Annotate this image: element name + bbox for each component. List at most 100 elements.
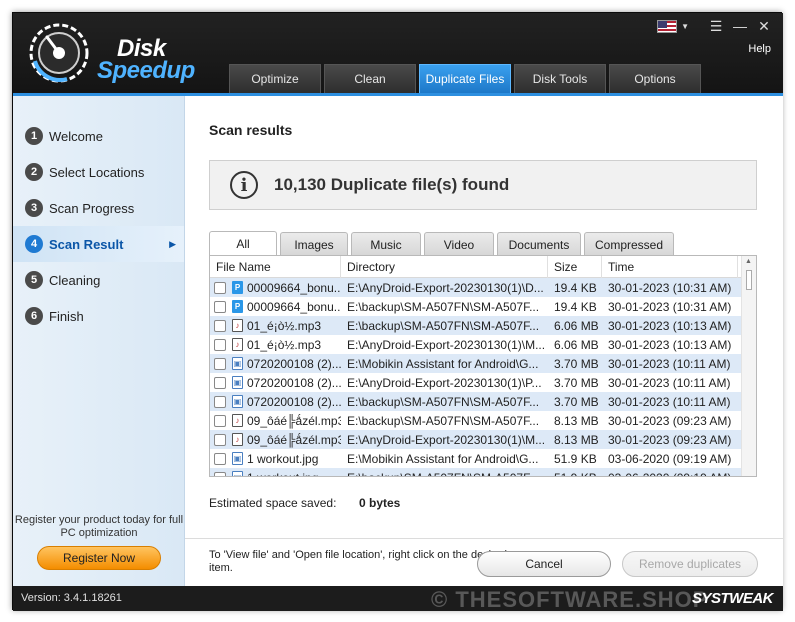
vertical-scrollbar[interactable]: ▲: [741, 256, 756, 476]
step-list: 1 Welcome 2 Select Locations 3 Scan Prog…: [13, 96, 184, 334]
row-checkbox[interactable]: [214, 300, 226, 313]
cell-size: 6.06 MB: [554, 337, 599, 352]
help-link[interactable]: Help: [748, 43, 771, 55]
table-row[interactable]: ▣ 0720200108 (2).... E:\Mobikin Assistant …: [210, 354, 756, 373]
row-checkbox[interactable]: [214, 319, 226, 332]
tab-optimize[interactable]: Optimize: [229, 64, 321, 93]
step-label: Finish: [49, 308, 84, 324]
remove-duplicates-button[interactable]: Remove duplicates: [622, 551, 758, 577]
row-checkbox[interactable]: [214, 414, 226, 427]
table-row[interactable]: ▣ 1 workout.jpg E:\Mobikin Assistant for A…: [210, 449, 756, 468]
step-label: Cleaning: [49, 272, 101, 288]
cell-size: 51.9 KB: [548, 468, 602, 477]
table-row[interactable]: P 00009664_bonu... E:\backup\SM-A507FN\SM-…: [210, 297, 756, 316]
cell-size: 6.06 MB: [554, 318, 599, 333]
cell-time: 30-01-2023 (10:11 AM): [608, 356, 731, 371]
language-dropdown-icon[interactable]: ▼: [681, 22, 689, 31]
step-label: Scan Result: [49, 236, 124, 252]
header: Disk Speedup Optimize Clean Duplicate Fi…: [13, 13, 783, 93]
sidebar-step-welcome[interactable]: 1 Welcome: [13, 118, 184, 154]
filter-tab-video[interactable]: Video: [424, 232, 494, 256]
tab-disk-tools[interactable]: Disk Tools: [514, 64, 606, 93]
minimize-icon[interactable]: —: [731, 17, 749, 35]
tab-options[interactable]: Options: [609, 64, 701, 93]
row-checkbox[interactable]: [214, 452, 226, 465]
column-header-time[interactable]: Time: [602, 256, 738, 278]
cell-directory: E:\AnyDroid-Export-20230130(1)\P...: [347, 375, 542, 390]
cell-time: 30-01-2023 (10:31 AM): [608, 280, 732, 295]
cell-file-name: ▣ 0720200108 (2)....: [210, 354, 341, 373]
filter-tab-images[interactable]: Images: [280, 232, 348, 256]
table-row[interactable]: ▣ 0720200108 (2).... E:\backup\SM-A507FN\S…: [210, 392, 756, 411]
cell-size: 3.70 MB: [554, 394, 599, 409]
table-row[interactable]: ▣ 1 workout.jpg E:\backup\SM-A507FN\SM-A50…: [210, 468, 756, 477]
table-header: File Name Directory Size Time: [210, 256, 756, 278]
tab-clean[interactable]: Clean: [324, 64, 416, 93]
systweak-logo: SYSTWEAK: [691, 590, 774, 607]
sidebar-step-finish[interactable]: 6 Finish: [13, 298, 184, 334]
main-body: 1 Welcome 2 Select Locations 3 Scan Prog…: [13, 93, 783, 586]
sidebar-step-scan-result[interactable]: 4 Scan Result ▶: [13, 226, 184, 262]
table-row[interactable]: ♪ 01_é¡ò½.mp3 E:\backup\SM-A507FN\SM-A507F…: [210, 316, 756, 335]
pdf-file-icon: P: [232, 300, 243, 313]
image-file-icon: ▣: [232, 452, 243, 465]
version-text: Version: 3.4.1.18261: [21, 592, 122, 604]
cell-directory: E:\backup\SM-A507FN\SM-A507F...: [347, 318, 540, 333]
cell-size: 8.13 MB: [554, 432, 599, 447]
filter-tabs: All Images Music Video Documents Compres…: [209, 231, 677, 256]
step-number-badge: 5: [25, 271, 43, 289]
row-checkbox[interactable]: [214, 281, 226, 294]
table-row[interactable]: P 00009664_bonu... E:\AnyDroid-Export-2023…: [210, 278, 756, 297]
filter-tab-music[interactable]: Music: [351, 232, 421, 256]
sidebar-step-select-locations[interactable]: 2 Select Locations: [13, 154, 184, 190]
column-header-directory[interactable]: Directory: [341, 256, 548, 278]
footer-bar: To 'View file' and 'Open file location',…: [185, 538, 783, 586]
row-checkbox[interactable]: [214, 395, 226, 408]
table-row[interactable]: ♪ 09_ôáé╠ǻzél.mp3 E:\backup\SM-A507FN\SM-A…: [210, 411, 756, 430]
table-row[interactable]: ♪ 01_é¡ò½.mp3 E:\AnyDroid-Export-20230130(…: [210, 335, 756, 354]
row-checkbox[interactable]: [214, 433, 226, 446]
column-header-file-name[interactable]: File Name: [210, 256, 341, 278]
row-checkbox[interactable]: [214, 357, 226, 370]
table-row[interactable]: ♪ 09_ôáé╠ǻzél.mp3 E:\AnyDroid-Export-20230…: [210, 430, 756, 449]
close-icon[interactable]: ✕: [755, 17, 773, 35]
cell-time: 30-01-2023 (10:13 AM): [608, 318, 732, 333]
row-checkbox[interactable]: [214, 471, 226, 476]
tab-duplicate-files[interactable]: Duplicate Files: [419, 64, 511, 93]
filter-tab-all[interactable]: All: [209, 231, 277, 256]
row-checkbox[interactable]: [214, 376, 226, 389]
row-checkbox[interactable]: [214, 338, 226, 351]
sidebar-step-cleaning[interactable]: 5 Cleaning: [13, 262, 184, 298]
file-name-text: 00009664_bonu...: [247, 280, 341, 295]
register-text: Register your product today for full PC …: [14, 514, 184, 539]
cell-directory: E:\AnyDroid-Export-20230130(1)\M...: [347, 432, 546, 447]
cell-time: 30-01-2023 (09:23 AM): [608, 432, 732, 447]
status-bar: Version: 3.4.1.18261 © THESOFTWARE.SHOP …: [13, 586, 783, 612]
scrollbar-thumb[interactable]: [746, 270, 752, 290]
cell-file-name: P 00009664_bonu...: [210, 297, 341, 316]
image-file-icon: ▣: [232, 471, 243, 476]
filter-tab-documents[interactable]: Documents: [497, 232, 581, 256]
cell-file-name: ▣ 0720200108 (2)....: [210, 373, 341, 392]
cell-time: 30-01-2023 (10:13 AM): [608, 337, 732, 352]
table-row[interactable]: ▣ 0720200108 (2).... E:\AnyDroid-Export-20…: [210, 373, 756, 392]
audio-file-icon: ♪: [232, 414, 243, 427]
column-header-size[interactable]: Size: [548, 256, 602, 278]
cell-file-name: ▣ 1 workout.jpg: [210, 449, 341, 468]
duplicate-count-text: 10,130 Duplicate file(s) found: [274, 175, 510, 194]
cell-size: 3.70 MB: [554, 375, 599, 390]
cancel-button[interactable]: Cancel: [477, 551, 611, 577]
step-label: Scan Progress: [49, 200, 135, 216]
cell-directory: E:\backup\SM-A507FN\SM-A507F...: [347, 413, 540, 428]
sidebar-step-scan-progress[interactable]: 3 Scan Progress: [13, 190, 184, 226]
scroll-up-icon[interactable]: ▲: [745, 258, 752, 265]
settings-menu-icon[interactable]: ☰: [707, 17, 725, 35]
us-flag-icon[interactable]: [657, 19, 678, 33]
cell-time: 30-01-2023 (09:23 AM): [608, 413, 732, 428]
register-now-button[interactable]: Register Now: [37, 546, 161, 570]
filter-tab-compressed[interactable]: Compressed: [584, 232, 674, 256]
step-number-badge: 3: [25, 199, 43, 217]
cell-time: 30-01-2023 (10:11 AM): [608, 375, 731, 390]
cell-directory: E:\AnyDroid-Export-20230130(1)\M...: [347, 337, 546, 352]
image-file-icon: ▣: [232, 376, 243, 389]
